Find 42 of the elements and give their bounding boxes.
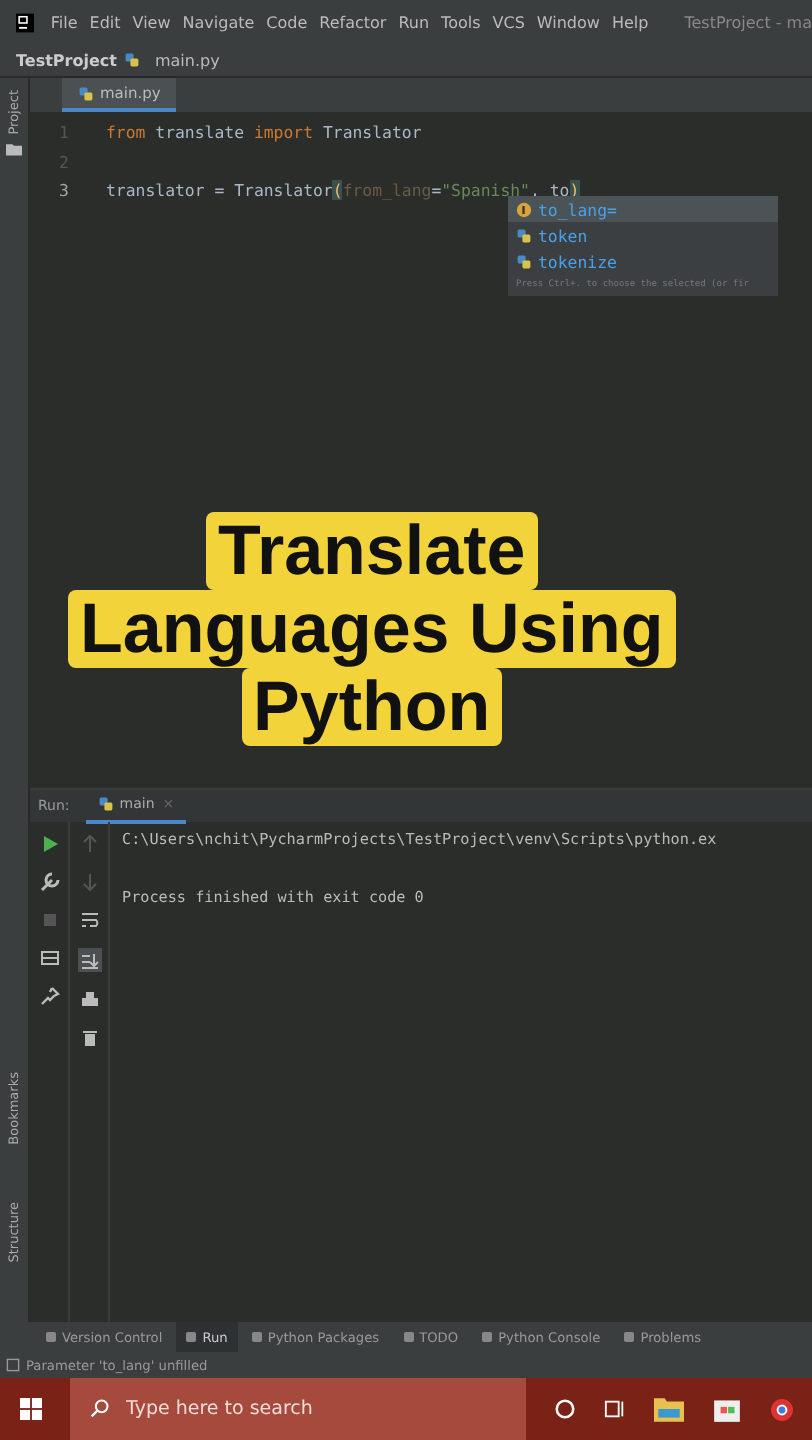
menu-item[interactable]: Tools — [441, 13, 481, 31]
folder-icon[interactable] — [654, 1396, 684, 1422]
breadcrumb-file[interactable]: main.py — [154, 51, 220, 69]
menu-item[interactable]: File — [50, 13, 78, 31]
breadcrumb-project[interactable]: TestProject — [16, 51, 117, 69]
code-line: from translate import Translator — [104, 122, 422, 143]
print-icon[interactable] — [79, 990, 99, 1010]
window-title: TestProject - ma — [684, 13, 812, 31]
trash-icon[interactable] — [79, 1028, 99, 1048]
pin-icon[interactable] — [39, 986, 59, 1006]
play-icon[interactable] — [39, 834, 59, 854]
scroll-to-end-icon[interactable] — [77, 948, 101, 972]
wrench-icon[interactable] — [39, 872, 59, 892]
layout-icon[interactable] — [39, 948, 59, 968]
parameter-icon — [516, 201, 532, 217]
app-logo-icon — [16, 11, 35, 33]
python-logo-icon — [97, 796, 114, 812]
menu-item[interactable]: View — [132, 13, 171, 31]
status-square-icon[interactable] — [6, 1358, 20, 1372]
completion-item[interactable]: token — [508, 222, 778, 248]
windows-logo-icon[interactable] — [20, 1398, 42, 1420]
menu-item[interactable]: Window — [536, 13, 600, 31]
menu-item[interactable]: VCS — [492, 13, 525, 31]
soft-wrap-icon[interactable] — [79, 910, 99, 930]
caption-banner: Translate Languages Using Python — [68, 512, 676, 746]
menu-item[interactable]: Code — [266, 13, 308, 31]
menu-item[interactable]: Refactor — [319, 13, 387, 31]
menu-item[interactable]: Help — [611, 13, 649, 31]
python-file-icon — [78, 85, 94, 101]
browser-icon[interactable] — [770, 1397, 794, 1421]
search-field[interactable]: Type here to search — [70, 1378, 526, 1440]
completion-item[interactable]: tokenize — [508, 248, 778, 274]
shopping-bag-icon[interactable] — [712, 1396, 742, 1422]
circle-icon[interactable] — [554, 1398, 576, 1420]
search-icon — [90, 1398, 110, 1418]
line-number: 3 — [57, 180, 71, 201]
menu-item[interactable]: Run — [398, 13, 430, 31]
menu-item[interactable]: Navigate — [182, 13, 255, 31]
task-view-icon[interactable] — [604, 1398, 626, 1420]
python-file-icon — [124, 52, 141, 68]
menu-item[interactable]: Edit — [89, 13, 121, 31]
folder-icon[interactable] — [6, 142, 22, 157]
